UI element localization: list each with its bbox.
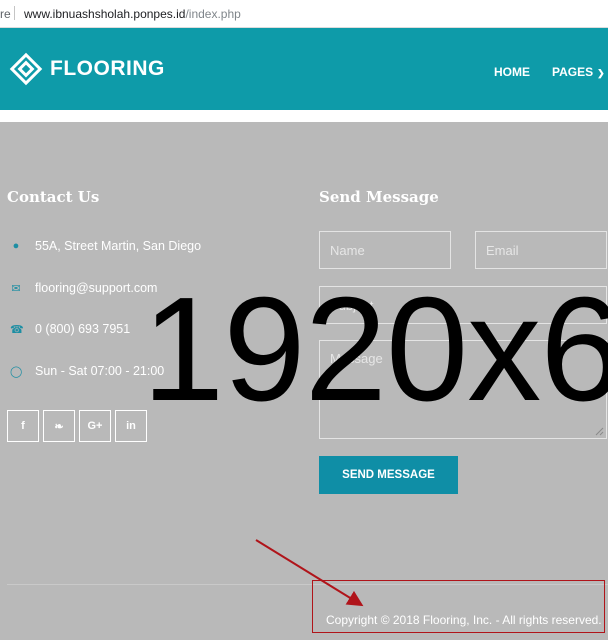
copyright-text: Copyright © 2018 Flooring, Inc. - All ri… bbox=[326, 613, 602, 627]
twitter-icon: ❧ bbox=[54, 420, 64, 433]
chevron-down-icon: ❯ bbox=[597, 68, 605, 78]
envelope-icon: ✉ bbox=[11, 282, 21, 295]
twitter-button[interactable]: ❧ bbox=[43, 410, 75, 442]
linkedin-icon: in bbox=[126, 420, 136, 432]
contact-address: ● 55A, Street Martin, San Diego bbox=[10, 236, 201, 256]
phone-icon: ☎ bbox=[10, 323, 24, 336]
google-plus-icon: G+ bbox=[87, 420, 103, 432]
contact-address-text: 55A, Street Martin, San Diego bbox=[35, 239, 202, 253]
nav-pages-label: PAGES bbox=[552, 65, 594, 79]
clock-icon: ◯ bbox=[10, 365, 23, 378]
url-text[interactable]: www.ibnuashsholah.ponpes.id/index.php bbox=[24, 7, 241, 21]
facebook-icon: f bbox=[21, 420, 25, 432]
subject-input[interactable] bbox=[319, 286, 607, 324]
contact-email-text[interactable]: flooring@support.com bbox=[35, 281, 157, 295]
contact-hours: ◯ Sun - Sat 07:00 - 21:00 bbox=[10, 361, 164, 381]
contact-hours-text: Sun - Sat 07:00 - 21:00 bbox=[35, 364, 165, 378]
message-textarea[interactable] bbox=[319, 340, 607, 439]
resize-grip-icon[interactable] bbox=[594, 426, 604, 436]
contact-email: ✉ flooring@support.com bbox=[10, 278, 157, 298]
facebook-button[interactable]: f bbox=[7, 410, 39, 442]
address-bar[interactable]: re www.ibnuashsholah.ponpes.id/index.php bbox=[0, 0, 608, 28]
map-pin-icon: ● bbox=[12, 240, 20, 252]
nav-home[interactable]: HOME bbox=[494, 65, 530, 79]
brand-logo-link[interactable]: FLOORING bbox=[9, 52, 165, 86]
footer-divider bbox=[7, 584, 608, 585]
nav-pages[interactable]: PAGES ❯ bbox=[552, 65, 605, 79]
flooring-logo-icon bbox=[9, 52, 43, 86]
message-heading: Send Message bbox=[319, 188, 439, 206]
navbar: FLOORING HOME PAGES ❯ bbox=[0, 28, 608, 110]
email-input[interactable] bbox=[475, 231, 607, 269]
send-message-button[interactable]: SEND MESSAGE bbox=[319, 456, 458, 494]
linkedin-button[interactable]: in bbox=[115, 410, 147, 442]
contact-phone-text: 0 (800) 693 7951 bbox=[35, 322, 131, 336]
address-separator bbox=[14, 6, 15, 20]
name-input[interactable] bbox=[319, 231, 451, 269]
header-bottom-strip bbox=[0, 110, 608, 122]
page: re www.ibnuashsholah.ponpes.id/index.php… bbox=[0, 0, 608, 640]
brand-name: FLOORING bbox=[50, 57, 165, 80]
address-prefix: re bbox=[0, 7, 11, 21]
url-domain: www.ibnuashsholah.ponpes.id bbox=[24, 7, 186, 21]
google-plus-button[interactable]: G+ bbox=[79, 410, 111, 442]
contact-phone: ☎ 0 (800) 693 7951 bbox=[10, 319, 130, 339]
contact-heading: Contact Us bbox=[7, 188, 100, 206]
url-path: /index.php bbox=[185, 7, 241, 21]
